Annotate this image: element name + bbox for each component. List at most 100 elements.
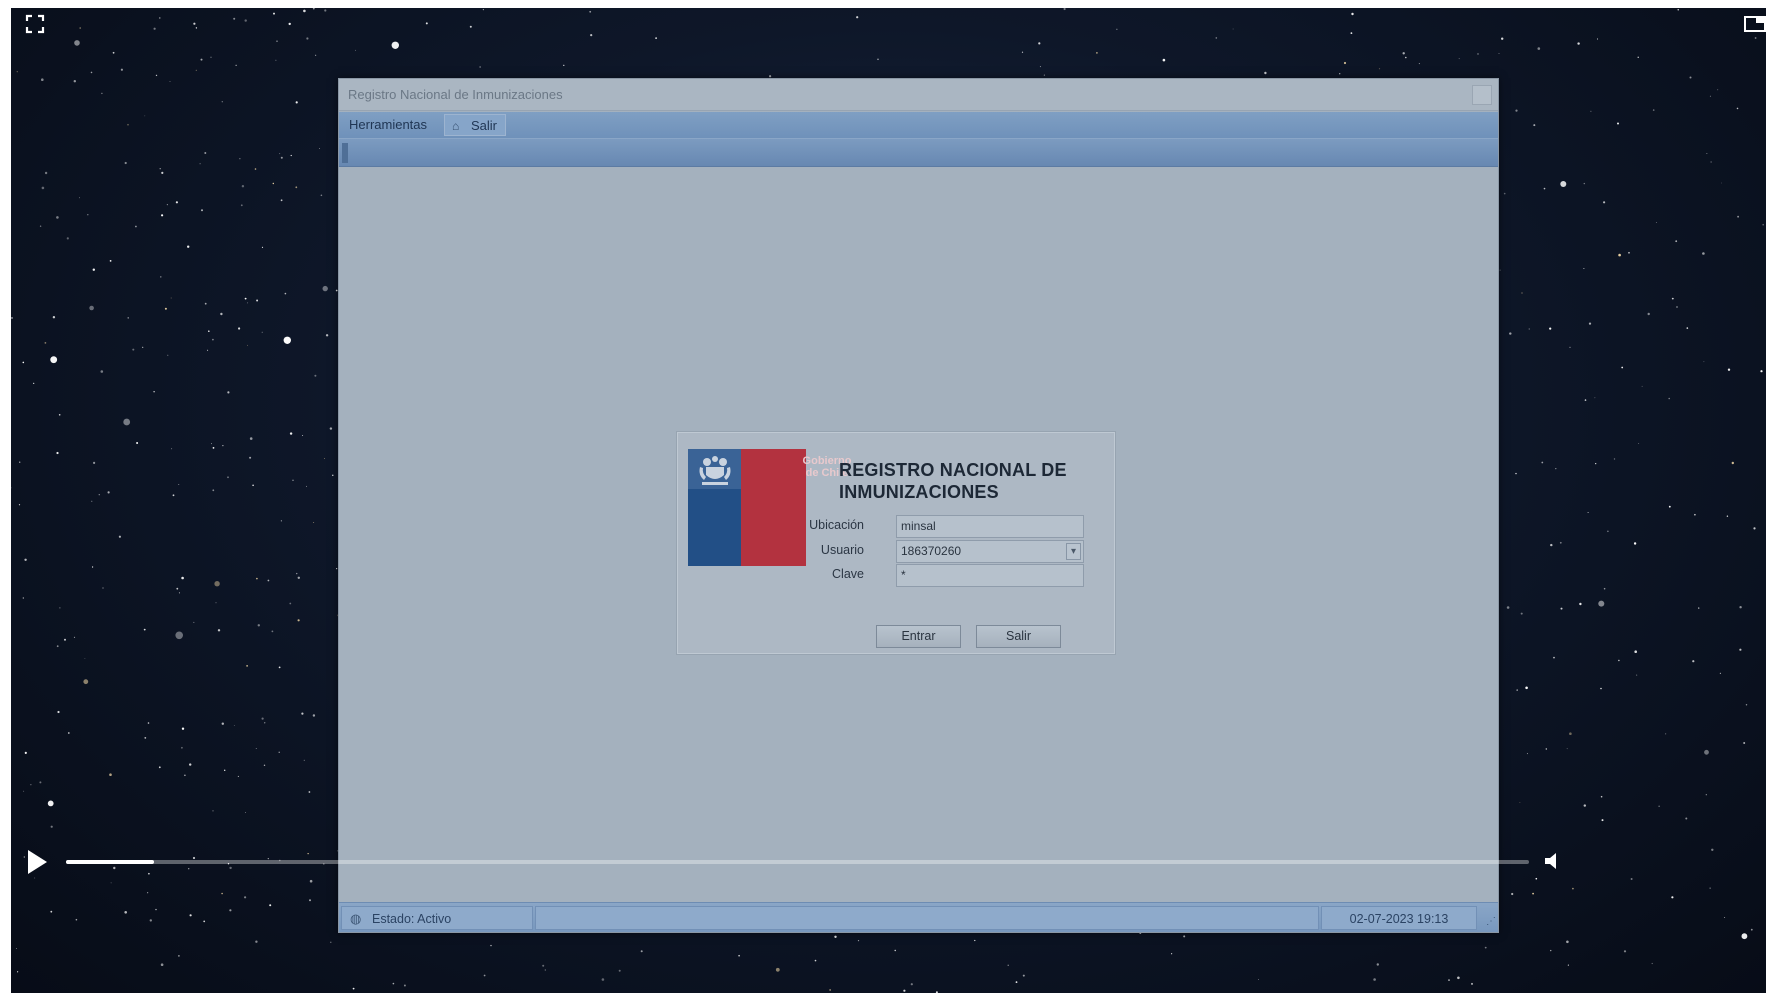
star bbox=[50, 825, 53, 828]
star bbox=[352, 987, 355, 990]
star bbox=[1617, 122, 1619, 125]
star bbox=[1506, 606, 1510, 609]
star bbox=[118, 535, 121, 538]
star bbox=[171, 448, 173, 450]
star bbox=[1471, 982, 1473, 985]
star bbox=[1754, 37, 1757, 39]
star bbox=[1618, 253, 1621, 257]
star bbox=[1709, 95, 1711, 97]
star bbox=[1651, 962, 1653, 965]
star bbox=[1022, 974, 1025, 977]
star bbox=[1603, 201, 1606, 204]
chevron-down-icon[interactable]: ▾ bbox=[1066, 543, 1081, 560]
star bbox=[1724, 917, 1726, 918]
resize-grip-icon[interactable]: ⋰ bbox=[1480, 914, 1496, 930]
star bbox=[1532, 892, 1534, 895]
star bbox=[280, 156, 283, 159]
star bbox=[309, 899, 311, 902]
volume-icon[interactable] bbox=[1543, 850, 1565, 872]
star bbox=[1577, 42, 1580, 45]
star bbox=[1706, 153, 1708, 155]
star bbox=[161, 214, 164, 217]
star bbox=[1232, 28, 1234, 30]
statusbar: ◍ Estado: Activo 02-07-2023 19:13 ⋰ bbox=[339, 902, 1498, 932]
entrar-button[interactable]: Entrar bbox=[876, 625, 961, 648]
star bbox=[160, 963, 164, 966]
salir-button[interactable]: Salir bbox=[976, 625, 1061, 648]
star bbox=[312, 714, 316, 717]
star bbox=[56, 216, 59, 219]
star bbox=[1484, 946, 1487, 949]
star bbox=[34, 877, 36, 879]
star bbox=[283, 336, 291, 344]
star bbox=[1559, 541, 1562, 544]
star bbox=[1258, 979, 1259, 980]
picture-in-picture-icon[interactable] bbox=[1743, 14, 1766, 34]
star bbox=[1655, 222, 1657, 223]
star bbox=[92, 268, 96, 271]
star bbox=[829, 989, 831, 991]
star bbox=[256, 577, 258, 580]
window-close-button[interactable] bbox=[1472, 85, 1492, 105]
ubicacion-label: Ubicación bbox=[809, 518, 864, 532]
star bbox=[601, 978, 605, 981]
star bbox=[237, 775, 239, 777]
star bbox=[255, 940, 258, 943]
star bbox=[490, 944, 492, 947]
star bbox=[64, 638, 66, 641]
star bbox=[544, 969, 546, 971]
star bbox=[1183, 935, 1186, 938]
star bbox=[1376, 963, 1380, 966]
usuario-combobox[interactable]: 186370260 ▾ bbox=[896, 540, 1084, 563]
star bbox=[1600, 687, 1602, 690]
star bbox=[261, 246, 264, 248]
toolstrip bbox=[339, 138, 1498, 167]
star bbox=[289, 602, 292, 605]
progress-bar[interactable] bbox=[66, 860, 1529, 864]
star bbox=[244, 896, 247, 899]
ubicacion-input[interactable]: minsal bbox=[896, 515, 1084, 538]
fullscreen-icon[interactable] bbox=[25, 14, 45, 34]
star bbox=[172, 494, 175, 497]
star bbox=[1569, 732, 1572, 735]
menu-salir[interactable]: ⌂ Salir bbox=[444, 114, 507, 136]
star bbox=[1541, 461, 1544, 464]
star bbox=[1038, 42, 1041, 45]
star bbox=[1215, 37, 1218, 39]
star bbox=[278, 666, 281, 669]
star bbox=[1378, 68, 1381, 70]
star bbox=[178, 484, 180, 485]
star bbox=[178, 592, 180, 594]
star bbox=[1694, 513, 1696, 516]
star bbox=[238, 327, 241, 330]
clave-input[interactable]: * bbox=[896, 564, 1084, 587]
star bbox=[312, 8, 315, 10]
star bbox=[1607, 530, 1609, 533]
star bbox=[176, 587, 179, 590]
star bbox=[200, 58, 203, 61]
star bbox=[302, 435, 304, 436]
star bbox=[1638, 443, 1640, 444]
menu-herramientas[interactable]: Herramientas bbox=[341, 114, 435, 136]
star bbox=[1520, 612, 1523, 615]
star bbox=[113, 866, 116, 870]
star bbox=[16, 948, 17, 949]
star bbox=[403, 984, 406, 987]
star bbox=[297, 619, 300, 622]
star bbox=[73, 636, 76, 639]
menu-salir-label: Salir bbox=[471, 118, 498, 133]
star bbox=[73, 80, 76, 83]
star bbox=[1711, 848, 1714, 851]
star bbox=[1583, 182, 1586, 185]
star bbox=[264, 722, 266, 724]
star bbox=[214, 581, 220, 587]
star bbox=[89, 305, 94, 311]
star bbox=[263, 764, 266, 766]
star bbox=[1560, 607, 1563, 610]
star bbox=[261, 717, 264, 720]
login-title-line1: REGISTRO NACIONAL DE bbox=[839, 460, 1067, 480]
star bbox=[132, 348, 135, 351]
star bbox=[1726, 515, 1729, 517]
star bbox=[1569, 346, 1571, 348]
play-icon[interactable] bbox=[25, 848, 49, 876]
